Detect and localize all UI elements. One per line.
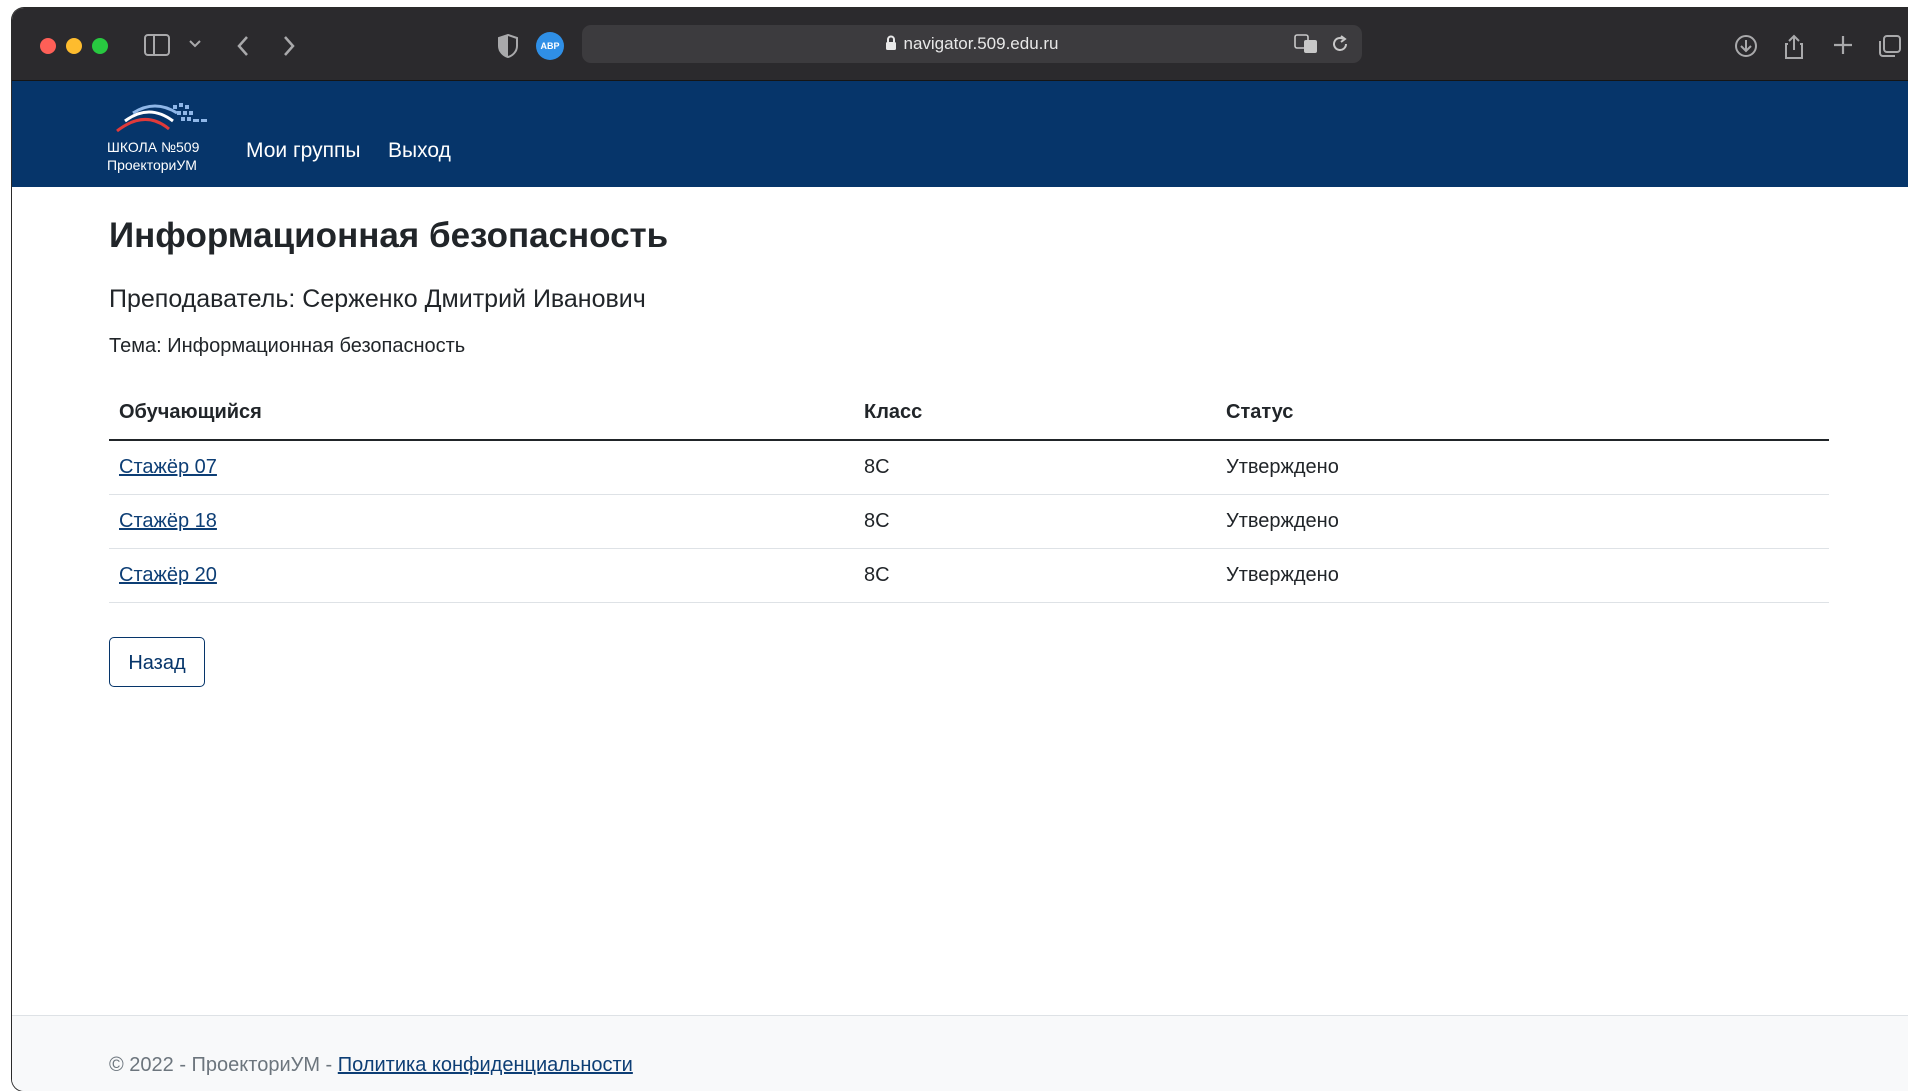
student-status: Утверждено	[1216, 494, 1829, 549]
back-arrow-icon[interactable]	[236, 34, 250, 58]
browser-window: ABP navigator.509.edu.ru ШКОЛА №509 Прое…	[12, 8, 1908, 1091]
header-class: Класс	[854, 385, 1216, 441]
table-row: Стажёр 07 8С Утверждено	[109, 440, 1829, 495]
student-class: 8С	[854, 494, 1216, 549]
site-navbar: ШКОЛА №509 ПроекториУМ Мои группы Выход	[12, 81, 1908, 187]
topic-text: Тема: Информационная безопасность	[109, 335, 466, 357]
logo-graphic	[116, 103, 207, 133]
adblock-icon[interactable]: ABP	[536, 32, 564, 60]
forward-arrow-icon[interactable]	[282, 34, 296, 58]
student-class: 8С	[854, 440, 1216, 495]
browser-toolbar: ABP navigator.509.edu.ru	[12, 8, 1908, 81]
address-bar[interactable]: navigator.509.edu.ru	[582, 25, 1362, 63]
chevron-down-icon[interactable]	[188, 36, 202, 50]
url-text: navigator.509.edu.ru	[903, 34, 1059, 53]
close-window-button[interactable]	[40, 38, 56, 54]
downloads-icon[interactable]	[1734, 34, 1758, 58]
reload-icon[interactable]	[1330, 34, 1350, 59]
back-button[interactable]: Назад	[109, 637, 205, 687]
translate-icon[interactable]	[1294, 34, 1318, 59]
footer-copyright: © 2022 - ПроекториУМ -	[109, 1054, 338, 1076]
nav-my-groups[interactable]: Мои группы	[246, 139, 360, 163]
logo-school-name: ШКОЛА №509	[107, 139, 200, 155]
page-footer: © 2022 - ПроекториУМ - Политика конфиден…	[12, 1015, 1908, 1091]
zoom-window-button[interactable]	[92, 38, 108, 54]
header-student: Обучающийся	[109, 385, 854, 441]
lock-icon	[885, 27, 897, 65]
student-class: 8С	[854, 548, 1216, 603]
nav-logout[interactable]: Выход	[388, 139, 451, 163]
tab-overview-icon[interactable]	[1878, 34, 1902, 58]
student-status: Утверждено	[1216, 548, 1829, 603]
table-row: Стажёр 18 8С Утверждено	[109, 494, 1829, 549]
privacy-shield-icon[interactable]	[498, 34, 518, 58]
minimize-window-button[interactable]	[66, 38, 82, 54]
student-link[interactable]: Стажёр 20	[119, 564, 217, 586]
student-link[interactable]: Стажёр 07	[119, 456, 217, 478]
table-header-row: Обучающийся Класс Статус	[109, 385, 1829, 441]
header-status: Статус	[1216, 385, 1829, 441]
logo-project-name: ПроекториУМ	[107, 157, 197, 173]
sidebar-icon[interactable]	[144, 34, 170, 56]
teacher-name: Преподаватель: Серженко Дмитрий Иванович	[109, 285, 646, 313]
student-status: Утверждено	[1216, 440, 1829, 495]
student-link[interactable]: Стажёр 18	[119, 510, 217, 532]
table-row: Стажёр 20 8С Утверждено	[109, 548, 1829, 603]
school-logo[interactable]: ШКОЛА №509 ПроекториУМ	[107, 99, 227, 173]
privacy-policy-link[interactable]: Политика конфиденциальности	[338, 1054, 633, 1076]
students-table: Обучающийся Класс Статус Стажёр 07 8С Ут…	[109, 385, 1829, 603]
page-title: Информационная безопасность	[109, 216, 669, 255]
share-icon[interactable]	[1784, 34, 1804, 60]
new-tab-icon[interactable]	[1832, 34, 1854, 56]
